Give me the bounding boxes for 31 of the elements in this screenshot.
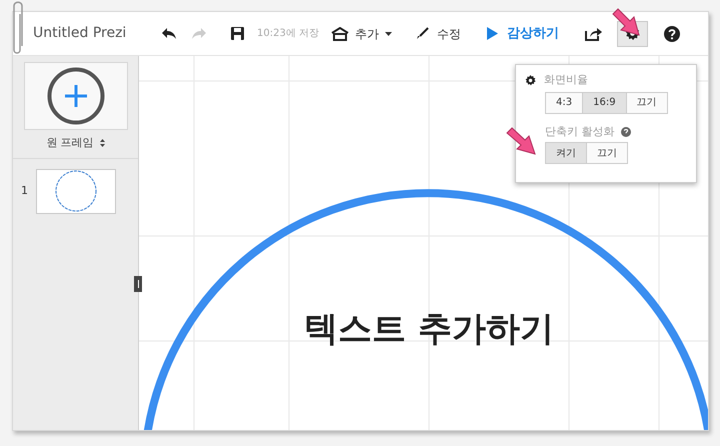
option-button[interactable]: 켜기 (545, 142, 587, 164)
arrow-icon (611, 8, 641, 36)
share-icon[interactable] (585, 26, 603, 40)
add-frame-button[interactable] (24, 62, 128, 130)
canvas-text[interactable]: 텍스트 추가하기 (259, 304, 599, 355)
slide-number: 1 (21, 182, 28, 199)
save-icon[interactable] (231, 27, 244, 40)
frame-type-dropdown[interactable]: 원 프레임 (46, 135, 105, 152)
shortcuts-label: 단축키 활성화 (545, 124, 614, 140)
brush-icon (416, 27, 429, 40)
caret-icon (385, 32, 392, 36)
sort-icon (100, 139, 105, 148)
help-icon[interactable] (664, 26, 680, 42)
window-title: Untitled Prezi (33, 24, 128, 43)
aspect-ratio-label: 화면비율 (544, 72, 588, 88)
add-button[interactable]: 추가 (331, 24, 392, 42)
settings-icon (525, 74, 536, 86)
play-icon (487, 27, 498, 40)
option-button[interactable]: 4:3 (545, 92, 584, 114)
collapse-handle[interactable] (134, 276, 142, 292)
add-content-icon (331, 26, 349, 40)
arrow-icon (505, 127, 537, 155)
option-button[interactable]: 끄기 (586, 142, 628, 164)
option-button[interactable]: 16:9 (582, 92, 627, 114)
save-status: 10:23에 저장 (257, 27, 319, 41)
circle-plus-icon (46, 67, 104, 125)
slide-thumbnail[interactable] (36, 168, 116, 214)
edit-button[interactable]: 수정 (416, 24, 461, 42)
present-button[interactable]: 감상하기 (487, 24, 559, 44)
undo-icon[interactable] (161, 27, 177, 40)
option-button[interactable]: 끄기 (626, 92, 668, 114)
